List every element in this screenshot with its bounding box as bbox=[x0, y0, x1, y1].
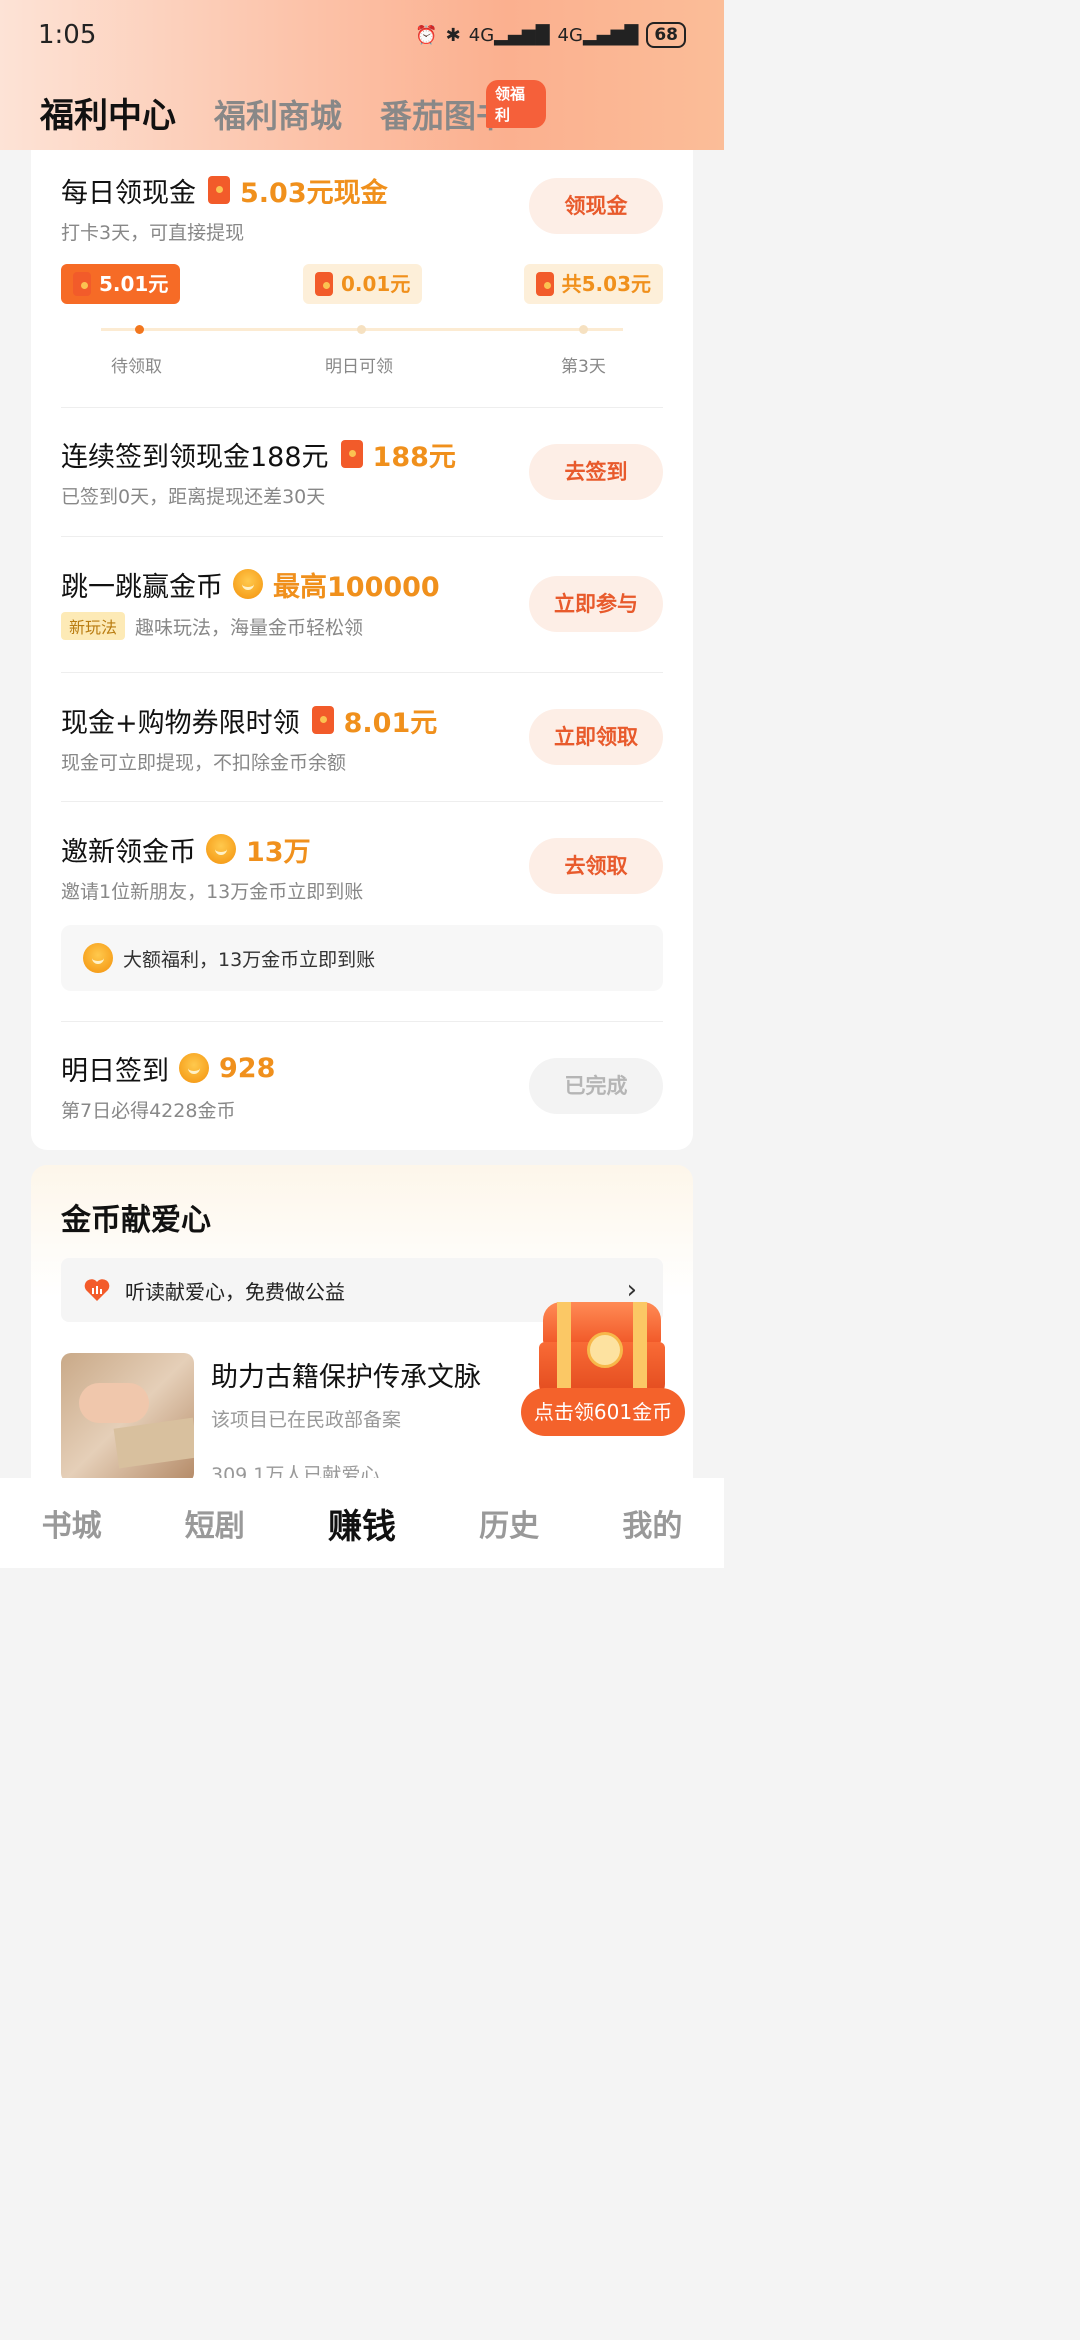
voucher-task: 现金+购物券限时领 8.01元 现金可立即提现，不扣除金币余额 立即领取 bbox=[61, 700, 663, 775]
nav-me[interactable]: 我的 bbox=[622, 1501, 682, 1545]
nav-bookstore[interactable]: 书城 bbox=[42, 1501, 102, 1545]
invite-task: 邀新领金币 13万 邀请1位新朋友，13万金币立即到账 去领取 bbox=[61, 829, 663, 904]
nav-history[interactable]: 历史 bbox=[479, 1501, 539, 1545]
task-reward: 最高100000 bbox=[273, 571, 440, 603]
completed-button: 已完成 bbox=[529, 1058, 663, 1114]
tab-welfare-mall[interactable]: 福利商城 bbox=[214, 91, 342, 137]
task-reward: 928 bbox=[219, 1052, 276, 1084]
coin-icon bbox=[206, 834, 236, 864]
signal-2-icon: 4G▂▄▆█ bbox=[557, 24, 639, 46]
progress-dot bbox=[135, 325, 144, 334]
invite-info-strip[interactable]: 大额福利，13万金币立即到账 bbox=[61, 925, 663, 991]
red-packet-icon bbox=[73, 272, 91, 296]
cash-progress: 5.01元 0.01元 共5.03元 待领取 明日可领 第3天 bbox=[61, 264, 663, 384]
alarm-icon: ⏰ bbox=[415, 24, 438, 46]
signin-button[interactable]: 去签到 bbox=[529, 444, 663, 500]
battery-icon: 68 bbox=[646, 22, 686, 48]
top-tabs: 福利中心 福利商城 番茄图书 领福利 bbox=[40, 80, 547, 137]
status-icons: ⏰ ✱ 4G▂▄▆█ 4G▂▄▆█ 68 bbox=[415, 22, 686, 48]
task-reward: 5.03元现金 bbox=[240, 177, 388, 209]
project-subtitle: 该项目已在民政部备案 bbox=[211, 1409, 402, 1431]
divider bbox=[61, 801, 663, 802]
charity-heading: 金币献爱心 bbox=[61, 1203, 211, 1238]
task-reward: 188元 bbox=[372, 441, 456, 473]
project-title[interactable]: 助力古籍保护传承文脉 bbox=[211, 1355, 481, 1394]
progress-label: 第3天 bbox=[561, 357, 606, 377]
red-packet-icon bbox=[315, 272, 333, 296]
invite-button[interactable]: 去领取 bbox=[529, 838, 663, 894]
claim-coins-button[interactable]: 点击领601金币 bbox=[521, 1388, 685, 1436]
task-reward: 13万 bbox=[246, 836, 311, 868]
nav-short-drama[interactable]: 短剧 bbox=[185, 1501, 245, 1545]
status-bar: 1:05 ⏰ ✱ 4G▂▄▆█ 4G▂▄▆█ 68 bbox=[38, 20, 686, 54]
progress-label: 明日可领 bbox=[325, 357, 393, 377]
progress-dot bbox=[357, 325, 366, 334]
tab-badge: 领福利 bbox=[486, 80, 547, 128]
tab-welfare-center[interactable]: 福利中心 bbox=[40, 88, 176, 137]
red-packet-icon bbox=[311, 706, 334, 734]
bluetooth-icon: ✱ bbox=[445, 24, 461, 46]
task-card: 每日领现金 5.03元现金 打卡3天，可直接提现 领现金 5.01元 0.01元… bbox=[31, 150, 693, 1150]
progress-step-2: 0.01元 bbox=[303, 264, 423, 304]
heart-icon bbox=[84, 1279, 110, 1301]
red-packet-icon bbox=[208, 176, 230, 204]
join-game-button[interactable]: 立即参与 bbox=[529, 576, 663, 632]
chevron-right-icon: › bbox=[626, 1275, 637, 1305]
divider bbox=[61, 407, 663, 408]
clock: 1:05 bbox=[38, 20, 97, 50]
coin-icon bbox=[83, 943, 113, 973]
daily-cash-task: 每日领现金 5.03元现金 打卡3天，可直接提现 领现金 bbox=[61, 170, 663, 245]
red-packet-icon bbox=[340, 440, 363, 468]
treasure-chest-icon[interactable] bbox=[535, 1302, 669, 1402]
divider bbox=[61, 672, 663, 673]
new-badge: 新玩法 bbox=[61, 612, 126, 640]
progress-label: 待领取 bbox=[111, 357, 162, 377]
progress-step-1: 5.01元 bbox=[61, 264, 181, 304]
signin-task: 连续签到领现金188元 188元 已签到0天，距离提现还差30天 去签到 bbox=[61, 434, 663, 509]
project-thumbnail[interactable] bbox=[61, 1353, 194, 1483]
jump-game-task: 跳一跳赢金币 最高100000 新玩法 趣味玩法，海量金币轻松领 立即参与 bbox=[61, 564, 663, 640]
progress-step-3: 共5.03元 bbox=[523, 264, 663, 304]
header: 1:05 ⏰ ✱ 4G▂▄▆█ 4G▂▄▆█ 68 福利中心 福利商城 番茄图书… bbox=[0, 0, 724, 150]
red-packet-icon bbox=[535, 272, 554, 296]
claim-cash-button[interactable]: 领现金 bbox=[529, 178, 663, 234]
signal-1-icon: 4G▂▄▆█ bbox=[468, 24, 550, 46]
task-reward: 8.01元 bbox=[343, 707, 438, 739]
progress-dot bbox=[579, 325, 588, 334]
tomorrow-signin-task: 明日签到 928 第7日必得4228金币 已完成 bbox=[61, 1048, 663, 1123]
coin-icon bbox=[233, 569, 263, 599]
divider bbox=[61, 1021, 663, 1022]
nav-earn[interactable]: 赚钱 bbox=[328, 1499, 396, 1548]
coin-icon bbox=[179, 1053, 209, 1083]
claim-voucher-button[interactable]: 立即领取 bbox=[529, 709, 663, 765]
bottom-nav: 书城 短剧 赚钱 历史 我的 bbox=[0, 1478, 724, 1568]
divider bbox=[61, 536, 663, 537]
